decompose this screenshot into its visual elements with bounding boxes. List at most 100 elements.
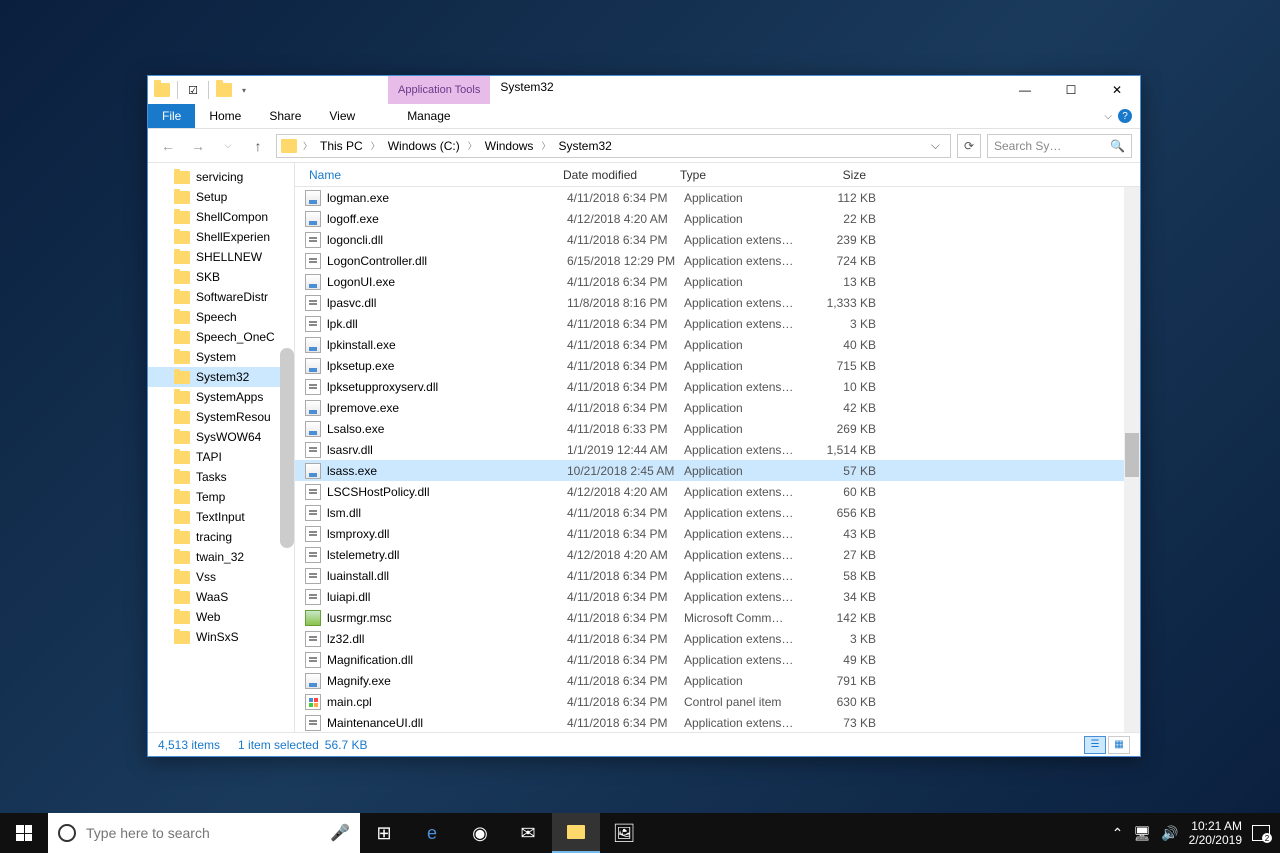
navigation-pane[interactable]: servicingSetupShellComponShellExperienSH…: [148, 163, 294, 732]
minimize-button[interactable]: —: [1002, 76, 1048, 104]
up-button[interactable]: ↑: [246, 134, 270, 158]
column-name[interactable]: Name: [303, 168, 557, 182]
sidebar-item-temp[interactable]: Temp: [148, 487, 294, 507]
file-row[interactable]: LogonUI.exe4/11/2018 6:34 PMApplication1…: [295, 271, 1140, 292]
sidebar-item-servicing[interactable]: servicing: [148, 167, 294, 187]
sidebar-item-twain_32[interactable]: twain_32: [148, 547, 294, 567]
sidebar-item-waas[interactable]: WaaS: [148, 587, 294, 607]
qat-dropdown-icon[interactable]: ▾: [236, 82, 252, 98]
file-row[interactable]: MaintenanceUI.dll4/11/2018 6:34 PMApplic…: [295, 712, 1140, 732]
chevron-down-icon[interactable]: ⌵: [1104, 111, 1112, 122]
file-row[interactable]: luainstall.dll4/11/2018 6:34 PMApplicati…: [295, 565, 1140, 586]
sidebar-item-setup[interactable]: Setup: [148, 187, 294, 207]
chevron-right-icon[interactable]: 〉: [539, 139, 552, 152]
sidebar-item-speech[interactable]: Speech: [148, 307, 294, 327]
column-size[interactable]: Size: [794, 168, 872, 182]
scrollbar-thumb[interactable]: [280, 348, 294, 548]
edge-icon[interactable]: e: [408, 813, 456, 853]
breadcrumb-item[interactable]: Windows: [481, 139, 538, 153]
address-dropdown-icon[interactable]: ⌵: [925, 138, 946, 153]
tray-chevron-icon[interactable]: ⌃: [1112, 825, 1124, 842]
file-row[interactable]: lusrmgr.msc4/11/2018 6:34 PMMicrosoft Co…: [295, 607, 1140, 628]
breadcrumb-item[interactable]: Windows (C:): [384, 139, 464, 153]
sidebar-item-tracing[interactable]: tracing: [148, 527, 294, 547]
sidebar-item-shellcompon[interactable]: ShellCompon: [148, 207, 294, 227]
tab-home[interactable]: Home: [195, 104, 255, 128]
chevron-right-icon[interactable]: 〉: [369, 139, 382, 152]
file-row[interactable]: lsasrv.dll1/1/2019 12:44 AMApplication e…: [295, 439, 1140, 460]
file-row[interactable]: lsmproxy.dll4/11/2018 6:34 PMApplication…: [295, 523, 1140, 544]
breadcrumb-item[interactable]: This PC: [316, 139, 367, 153]
scrollbar-track[interactable]: [1124, 187, 1140, 732]
chevron-right-icon[interactable]: 〉: [301, 139, 314, 152]
clock[interactable]: 10:21 AM 2/20/2019: [1189, 819, 1242, 848]
file-row[interactable]: lpkinstall.exe4/11/2018 6:34 PMApplicati…: [295, 334, 1140, 355]
forward-button[interactable]: →: [186, 134, 210, 158]
address-bar[interactable]: 〉 This PC 〉 Windows (C:) 〉 Windows 〉 Sys…: [276, 134, 951, 158]
sidebar-item-shellnew[interactable]: SHELLNEW: [148, 247, 294, 267]
file-row[interactable]: LogonController.dll6/15/2018 12:29 PMApp…: [295, 250, 1140, 271]
file-row[interactable]: main.cpl4/11/2018 6:34 PMControl panel i…: [295, 691, 1140, 712]
close-button[interactable]: ✕: [1094, 76, 1140, 104]
thumbnails-view-button[interactable]: ▦: [1108, 736, 1130, 754]
search-input[interactable]: Search Sy… 🔍: [987, 134, 1132, 158]
search-input[interactable]: [86, 825, 320, 841]
breadcrumb-item[interactable]: System32: [554, 139, 615, 153]
tab-share[interactable]: Share: [255, 104, 315, 128]
sidebar-item-speech_onec[interactable]: Speech_OneC: [148, 327, 294, 347]
file-row[interactable]: lstelemetry.dll4/12/2018 4:20 AMApplicat…: [295, 544, 1140, 565]
start-button[interactable]: [0, 813, 48, 853]
tab-view[interactable]: View: [315, 104, 369, 128]
file-row[interactable]: lpasvc.dll11/8/2018 8:16 PMApplication e…: [295, 292, 1140, 313]
properties-icon[interactable]: ☑: [185, 82, 201, 98]
chrome-icon[interactable]: ◉: [456, 813, 504, 853]
chevron-right-icon[interactable]: 〉: [466, 139, 479, 152]
mail-icon[interactable]: ✉: [504, 813, 552, 853]
file-row[interactable]: lpksetup.exe4/11/2018 6:34 PMApplication…: [295, 355, 1140, 376]
file-list[interactable]: logman.exe4/11/2018 6:34 PMApplication11…: [295, 187, 1140, 732]
new-folder-icon[interactable]: [216, 83, 232, 97]
volume-icon[interactable]: 🔊: [1161, 825, 1178, 842]
scrollbar-thumb[interactable]: [1125, 433, 1139, 477]
sidebar-item-softwaredistr[interactable]: SoftwareDistr: [148, 287, 294, 307]
sidebar-item-systemapps[interactable]: SystemApps: [148, 387, 294, 407]
explorer-icon[interactable]: [552, 813, 600, 853]
sidebar-item-shellexperien[interactable]: ShellExperien: [148, 227, 294, 247]
taskbar-search[interactable]: 🎤: [48, 813, 360, 853]
file-row[interactable]: LSCSHostPolicy.dll4/12/2018 4:20 AMAppli…: [295, 481, 1140, 502]
file-row[interactable]: lz32.dll4/11/2018 6:34 PMApplication ext…: [295, 628, 1140, 649]
search-icon[interactable]: 🔍: [1110, 139, 1125, 153]
tab-file[interactable]: File: [148, 104, 195, 128]
tab-manage[interactable]: Manage: [393, 104, 464, 128]
file-row[interactable]: lpksetupproxyserv.dll4/11/2018 6:34 PMAp…: [295, 376, 1140, 397]
sidebar-item-tapi[interactable]: TAPI: [148, 447, 294, 467]
sidebar-item-syswow64[interactable]: SysWOW64: [148, 427, 294, 447]
file-row[interactable]: lsm.dll4/11/2018 6:34 PMApplication exte…: [295, 502, 1140, 523]
sidebar-item-textinput[interactable]: TextInput: [148, 507, 294, 527]
back-button[interactable]: ←: [156, 134, 180, 158]
sidebar-item-skb[interactable]: SKB: [148, 267, 294, 287]
sidebar-item-system32[interactable]: System32: [148, 367, 294, 387]
network-icon[interactable]: 🖥: [1133, 825, 1151, 842]
details-view-button[interactable]: ☰: [1084, 736, 1106, 754]
sidebar-item-vss[interactable]: Vss: [148, 567, 294, 587]
file-row[interactable]: lsass.exe10/21/2018 2:45 AMApplication57…: [295, 460, 1140, 481]
task-view-button[interactable]: ⊞: [360, 813, 408, 853]
notifications-icon[interactable]: [1252, 825, 1270, 841]
sidebar-item-web[interactable]: Web: [148, 607, 294, 627]
mic-icon[interactable]: 🎤: [330, 823, 350, 843]
maximize-button[interactable]: ☐: [1048, 76, 1094, 104]
column-date[interactable]: Date modified: [557, 168, 674, 182]
column-type[interactable]: Type: [674, 168, 794, 182]
file-row[interactable]: Magnify.exe4/11/2018 6:34 PMApplication7…: [295, 670, 1140, 691]
file-row[interactable]: luiapi.dll4/11/2018 6:34 PMApplication e…: [295, 586, 1140, 607]
file-row[interactable]: lpremove.exe4/11/2018 6:34 PMApplication…: [295, 397, 1140, 418]
sidebar-item-tasks[interactable]: Tasks: [148, 467, 294, 487]
file-row[interactable]: logoff.exe4/12/2018 4:20 AMApplication22…: [295, 208, 1140, 229]
file-row[interactable]: lpk.dll4/11/2018 6:34 PMApplication exte…: [295, 313, 1140, 334]
file-row[interactable]: Lsalso.exe4/11/2018 6:33 PMApplication26…: [295, 418, 1140, 439]
refresh-button[interactable]: ⟳: [957, 134, 981, 158]
file-row[interactable]: logoncli.dll4/11/2018 6:34 PMApplication…: [295, 229, 1140, 250]
app-icon[interactable]: 🖼: [600, 813, 648, 853]
recent-dropdown-icon[interactable]: ⌵: [216, 134, 240, 158]
